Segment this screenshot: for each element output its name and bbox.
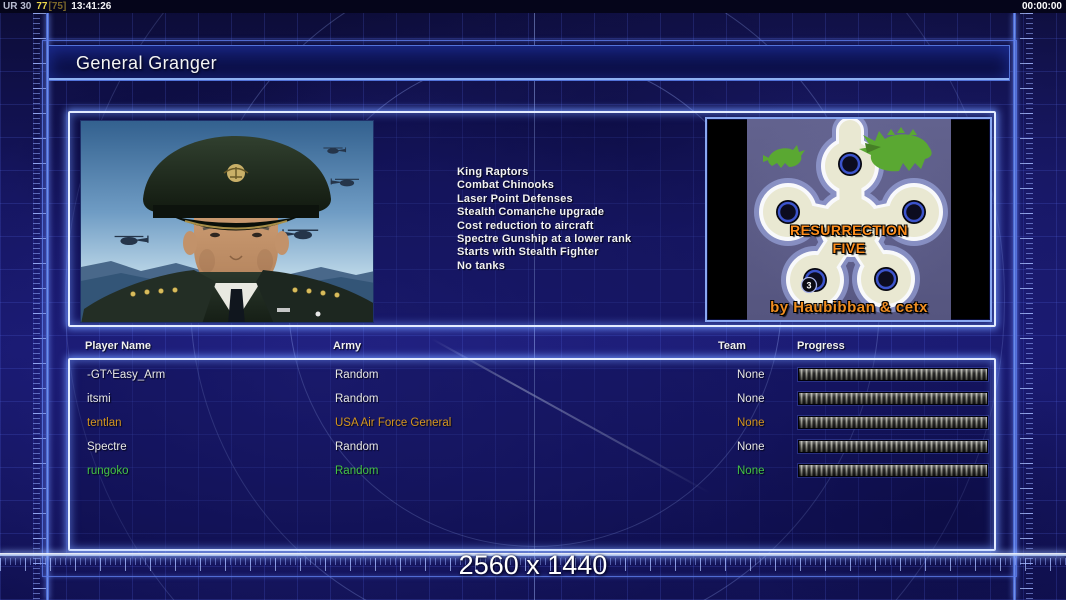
- ability-item: Spectre Gunship at a lower rank: [457, 233, 632, 246]
- fps-cap: [75]: [48, 1, 67, 12]
- player-army: Random: [335, 465, 379, 477]
- ability-item: Stealth Comanche upgrade: [457, 206, 605, 219]
- map-preview: 3 RESURRECTION FIVE by Haubibban & cetx: [705, 113, 992, 322]
- player-progress-bar: [798, 440, 988, 453]
- player-name: tentlan: [87, 417, 122, 429]
- player-army: USA Air Force General: [335, 417, 452, 429]
- map-image: 3 RESURRECTION FIVE by Haubibban & cetx: [747, 113, 951, 320]
- player-name: Spectre: [87, 441, 127, 453]
- column-player-name: Player Name: [85, 340, 152, 352]
- session-label: UR 30: [3, 1, 32, 12]
- ability-item: No tanks: [457, 259, 506, 272]
- player-row: -GT^Easy_Arm Random None: [70, 368, 994, 384]
- progress-fill: [799, 393, 987, 404]
- progress-fill: [799, 441, 987, 452]
- system-clock: 13:41:26: [71, 1, 112, 12]
- player-name: itsmi: [87, 393, 111, 405]
- player-progress-bar: [798, 464, 988, 477]
- player-army: Random: [335, 441, 379, 453]
- debug-topbar: UR 30 77[75] 13:41:26 00:00:00: [0, 0, 1066, 13]
- player-team: None: [737, 441, 765, 453]
- fps-counter: 77: [36, 1, 48, 12]
- player-table-header: Player Name Army Team Progress: [0, 340, 1066, 355]
- player-row: Spectre Random None: [70, 440, 994, 456]
- page-title: General Granger: [76, 53, 218, 73]
- map-title: RESURRECTION: [789, 222, 908, 238]
- ability-item: Combat Chinooks: [457, 179, 555, 192]
- column-progress: Progress: [797, 340, 845, 352]
- player-team: None: [737, 417, 765, 429]
- ability-item: Cost reduction to aircraft: [457, 219, 594, 232]
- player-team: None: [737, 465, 765, 477]
- player-name: -GT^Easy_Arm: [87, 369, 166, 381]
- player-row: tentlan USA Air Force General None: [70, 416, 994, 432]
- player-army: Random: [335, 369, 379, 381]
- title-bar: General Granger: [48, 45, 1010, 81]
- column-team: Team: [718, 340, 746, 352]
- general-portrait: [80, 120, 374, 323]
- player-team: None: [737, 393, 765, 405]
- resolution-label: 2560 x 1440: [458, 550, 608, 580]
- map-art: 3: [754, 113, 948, 314]
- column-army: Army: [333, 340, 362, 352]
- player-name: rungoko: [87, 465, 129, 477]
- general-info-panel: King Raptors Combat Chinooks Laser Point…: [68, 111, 996, 327]
- map-title: FIVE: [832, 240, 866, 256]
- player-team: None: [737, 369, 765, 381]
- progress-fill: [799, 417, 987, 428]
- ability-item: Starts with Stealth Fighter: [457, 246, 599, 259]
- general-portrait-art: [81, 121, 373, 322]
- match-timer: 00:00:00: [1021, 1, 1062, 12]
- progress-fill: [799, 465, 987, 476]
- start-number-badge: 3: [800, 276, 818, 294]
- abilities-list: King Raptors Combat Chinooks Laser Point…: [457, 166, 631, 273]
- player-progress-bar: [798, 368, 988, 381]
- crocodile-icon: [763, 145, 805, 168]
- ability-item: Laser Point Defenses: [457, 192, 573, 205]
- player-progress-bar: [798, 416, 988, 429]
- map-credit: by Haubibban & cetx: [770, 299, 928, 316]
- player-row: itsmi Random None: [70, 392, 994, 408]
- ability-item: King Raptors: [457, 166, 529, 178]
- loading-screen: UR 30 77[75] 13:41:26 00:00:00 General Gra…: [0, 0, 1066, 600]
- progress-fill: [799, 369, 987, 380]
- player-progress-bar: [798, 392, 988, 405]
- svg-text:3: 3: [806, 280, 811, 290]
- player-list-panel: -GT^Easy_Arm Random None itsmi Random No…: [68, 358, 996, 551]
- player-army: Random: [335, 393, 379, 405]
- player-row: rungoko Random None: [70, 464, 994, 480]
- right-ruler-ticks: [1020, 13, 1033, 600]
